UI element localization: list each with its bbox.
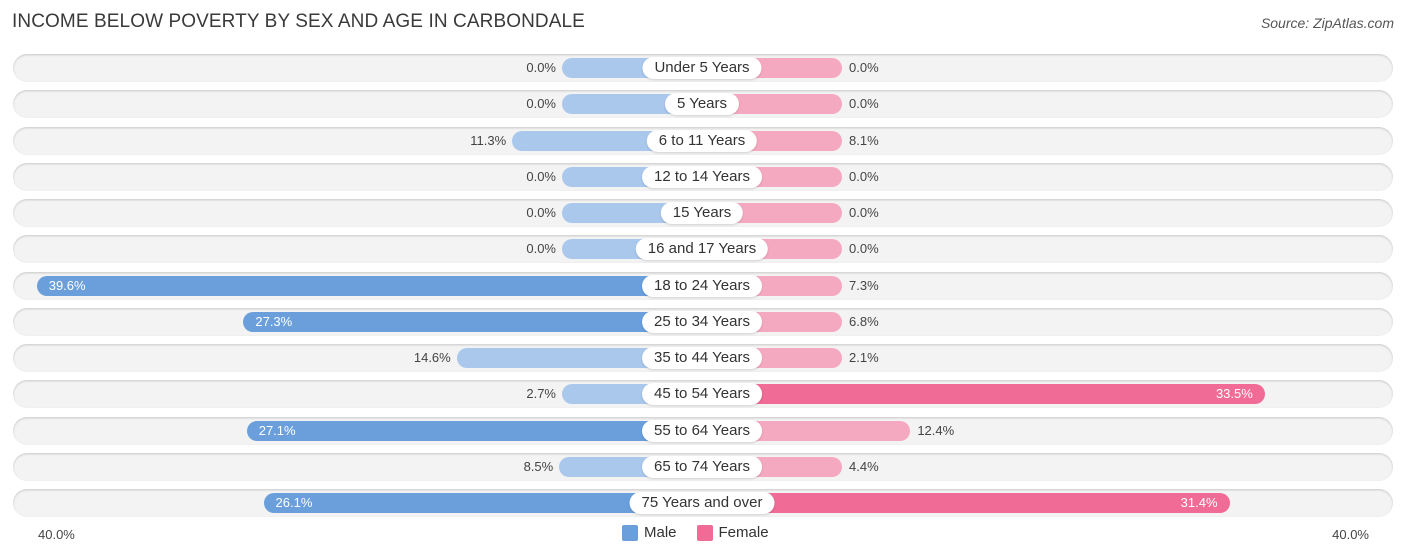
axis-label-left: 40.0%	[38, 527, 75, 542]
bar-male[interactable]	[243, 311, 702, 332]
legend-label-female: Female	[718, 524, 769, 541]
value-label-female: 0.0%	[849, 168, 879, 184]
value-label-male: 14.6%	[413, 350, 451, 365]
value-label-female: 0.0%	[849, 96, 879, 112]
bar-male[interactable]	[246, 420, 702, 441]
category-label: 18 to 24 Years	[642, 274, 762, 297]
legend: Male Female	[622, 524, 769, 541]
value-label-female: 12.4%	[917, 422, 955, 438]
value-label-female: 31.4%	[1180, 495, 1218, 510]
category-label: 25 to 34 Years	[642, 310, 762, 333]
category-label: 35 to 44 Years	[642, 347, 762, 369]
value-label-male: 27.1%	[258, 422, 296, 438]
chart-area: Under 5 Years 0.0% 0.0% 5 Years 0.0% 0.0% 6 to…	[0, 0, 1406, 559]
category-label: 75 Years and over	[629, 492, 775, 514]
bar-male[interactable]	[36, 275, 702, 296]
value-label-male: 0.0%	[526, 168, 556, 184]
value-label-male: 8.5%	[523, 458, 554, 474]
value-label-male: 0.0%	[526, 205, 556, 220]
category-label: 16 and 17 Years	[635, 238, 769, 261]
value-label-male: 27.3%	[255, 313, 293, 329]
value-label-male: 11.3%	[470, 132, 507, 148]
bar-female[interactable]	[702, 384, 1265, 405]
category-label: 5 Years	[664, 93, 740, 116]
value-label-male: 39.6%	[48, 277, 86, 293]
legend-label-male: Male	[644, 524, 677, 541]
value-label-female: 33.5%	[1215, 386, 1253, 402]
legend-swatch-male	[622, 524, 638, 541]
value-label-female: 6.8%	[849, 313, 879, 329]
value-label-female: 4.4%	[849, 458, 879, 474]
value-label-female: 8.1%	[849, 132, 879, 148]
axis-label-right: 40.0%	[1332, 527, 1369, 542]
category-label: 12 to 14 Years	[642, 165, 762, 188]
value-label-male: 0.0%	[526, 96, 556, 112]
category-label: 55 to 64 Years	[642, 419, 762, 442]
category-label: 6 to 11 Years	[646, 129, 758, 152]
value-label-female: 0.0%	[849, 205, 879, 220]
category-label: 15 Years	[660, 202, 744, 224]
bar-female[interactable]	[702, 493, 1230, 513]
value-label-male: 0.0%	[526, 241, 556, 257]
category-label: Under 5 Years	[642, 57, 762, 79]
value-label-female: 7.3%	[849, 277, 879, 293]
value-label-male: 0.0%	[526, 60, 556, 75]
value-label-male: 2.7%	[526, 386, 556, 402]
value-label-female: 2.1%	[849, 350, 879, 365]
value-label-male: 26.1%	[275, 495, 313, 510]
value-label-female: 0.0%	[849, 241, 879, 257]
category-label: 65 to 74 Years	[642, 455, 762, 478]
category-label: 45 to 54 Years	[642, 383, 762, 406]
value-label-female: 0.0%	[849, 60, 879, 75]
legend-swatch-female	[696, 524, 713, 541]
